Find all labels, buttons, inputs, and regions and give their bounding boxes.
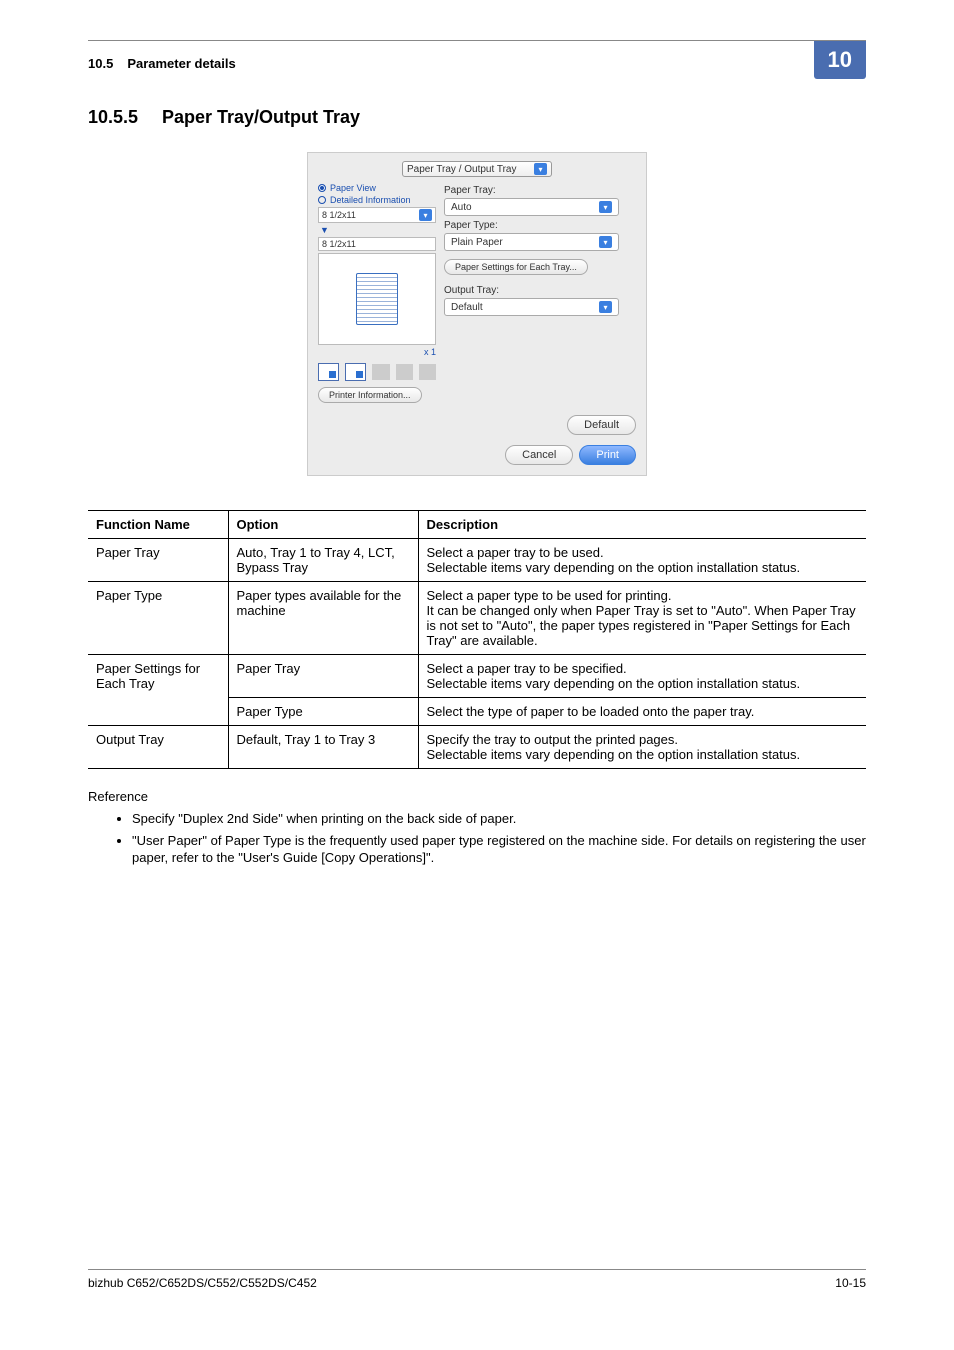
paper-preview-page [356, 273, 398, 325]
table-row: Paper Settings for Each Tray Paper Tray … [88, 655, 866, 698]
section-title-text: Paper Tray/Output Tray [162, 107, 360, 127]
footer-model: bizhub C652/C652DS/C552/C552DS/C452 [88, 1276, 317, 1290]
radio-detailed-info-label: Detailed Information [330, 195, 411, 205]
misc-icon-3 [419, 364, 436, 380]
paper-size-value-2: 8 1/2x11 [322, 239, 356, 249]
radio-detailed-info[interactable]: Detailed Information [318, 195, 436, 205]
preview-count: x 1 [318, 347, 436, 357]
paper-type-select[interactable]: Plain Paper ▾ [444, 233, 619, 251]
table-row: Paper Tray Auto, Tray 1 to Tray 4, LCT, … [88, 539, 866, 582]
print-button[interactable]: Print [579, 445, 636, 465]
output-tray-select-value: Default [451, 302, 483, 313]
chevron-down-icon: ▾ [534, 163, 547, 175]
paper-size-field-1[interactable]: 8 1/2x11 ▾ [318, 207, 436, 223]
reference-heading: Reference [88, 789, 866, 804]
page-footer: bizhub C652/C652DS/C552/C552DS/C452 10-1… [88, 1269, 866, 1290]
header-chapter-number: 10 [814, 41, 866, 79]
layout-icon-1[interactable] [318, 363, 339, 381]
arrow-down-icon: ▼ [320, 225, 436, 235]
cell-description: Select the type of paper to be loaded on… [418, 698, 866, 726]
paper-tray-label: Paper Tray: [444, 185, 636, 196]
each-tray-settings-button[interactable]: Paper Settings for Each Tray... [444, 259, 588, 275]
paper-preview [318, 253, 436, 345]
reference-list: Specify "Duplex 2nd Side" when printing … [88, 810, 866, 867]
cell-description: Specify the tray to output the printed p… [418, 726, 866, 769]
table-row: Paper Type Paper types available for the… [88, 582, 866, 655]
footer-page-number: 10-15 [835, 1276, 866, 1290]
output-tray-label: Output Tray: [444, 285, 636, 296]
chevron-down-icon: ▾ [599, 301, 612, 313]
table-row: Output Tray Default, Tray 1 to Tray 3 Sp… [88, 726, 866, 769]
misc-icon-2 [396, 364, 413, 380]
paper-size-value-1: 8 1/2x11 [322, 210, 356, 220]
cell-function-name: Output Tray [88, 726, 228, 769]
printer-information-button[interactable]: Printer Information... [318, 387, 422, 403]
reference-item: Specify "Duplex 2nd Side" when printing … [132, 810, 866, 828]
paper-type-label: Paper Type: [444, 220, 636, 231]
reference-item: "User Paper" of Paper Type is the freque… [132, 832, 866, 867]
chevron-down-icon: ▾ [599, 236, 612, 248]
default-button[interactable]: Default [567, 415, 636, 435]
chevron-down-icon: ▾ [419, 209, 432, 221]
th-description: Description [418, 511, 866, 539]
header-section-number: 10.5 [88, 56, 113, 71]
cancel-button[interactable]: Cancel [505, 445, 573, 465]
th-option: Option [228, 511, 418, 539]
th-function-name: Function Name [88, 511, 228, 539]
parameters-table: Function Name Option Description Paper T… [88, 510, 866, 769]
cell-description: Select a paper tray to be used. Selectab… [418, 539, 866, 582]
paper-type-select-value: Plain Paper [451, 237, 503, 248]
header-section-title: Parameter details [127, 56, 235, 71]
cell-option: Paper types available for the machine [228, 582, 418, 655]
layout-icon-2[interactable] [345, 363, 366, 381]
chevron-down-icon: ▾ [599, 201, 612, 213]
misc-icon-1 [372, 364, 389, 380]
section-heading: 10.5.5Paper Tray/Output Tray [88, 107, 866, 128]
cell-description: Select a paper tray to be specified. Sel… [418, 655, 866, 698]
dialog-screenshot: Paper Tray / Output Tray ▾ Paper View De… [307, 152, 647, 476]
cell-option: Auto, Tray 1 to Tray 4, LCT, Bypass Tray [228, 539, 418, 582]
cell-option: Paper Tray [228, 655, 418, 698]
cell-function-name: Paper Type [88, 582, 228, 655]
page-header: 10.5 Parameter details 10 [88, 40, 866, 79]
dialog-section-select-value: Paper Tray / Output Tray [407, 164, 517, 175]
radio-on-icon [318, 184, 326, 192]
cell-option: Paper Type [228, 698, 418, 726]
paper-tray-select-value: Auto [451, 202, 472, 213]
radio-paper-view[interactable]: Paper View [318, 183, 436, 193]
cell-function-name: Paper Settings for Each Tray [88, 655, 228, 726]
radio-paper-view-label: Paper View [330, 183, 376, 193]
cell-description: Select a paper type to be used for print… [418, 582, 866, 655]
radio-off-icon [318, 196, 326, 204]
section-number: 10.5.5 [88, 107, 162, 128]
cell-function-name: Paper Tray [88, 539, 228, 582]
paper-tray-select[interactable]: Auto ▾ [444, 198, 619, 216]
table-header-row: Function Name Option Description [88, 511, 866, 539]
cell-option: Default, Tray 1 to Tray 3 [228, 726, 418, 769]
output-tray-select[interactable]: Default ▾ [444, 298, 619, 316]
paper-size-field-2: 8 1/2x11 [318, 237, 436, 251]
dialog-section-select[interactable]: Paper Tray / Output Tray ▾ [402, 161, 552, 177]
